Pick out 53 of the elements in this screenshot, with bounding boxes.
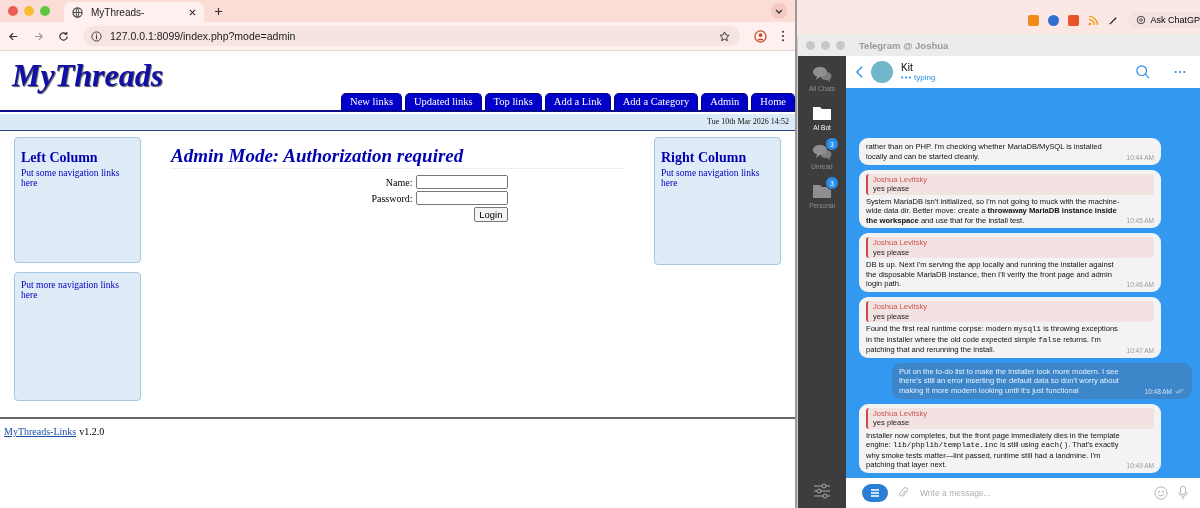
chat-name: Kit — [901, 62, 914, 73]
folder-icon — [811, 104, 833, 122]
nav-tab[interactable]: Admin — [701, 93, 749, 110]
page-heading: Admin Mode: Authorization required — [171, 145, 624, 169]
star-icon[interactable] — [719, 30, 730, 42]
column-text: Put more navigation links here — [21, 280, 120, 301]
column-text: Put some navigation links here — [661, 168, 761, 189]
search-icon[interactable] — [1136, 65, 1150, 79]
nav-tab[interactable]: Updated links — [405, 93, 482, 110]
typing-dots-icon — [901, 76, 911, 79]
column-heading: Right Column — [661, 150, 748, 166]
extension-icon[interactable] — [1048, 14, 1060, 26]
address-bar[interactable]: 127.0.0.1:8099/index.php?mode=admin — [83, 26, 740, 46]
nav-tab[interactable]: Add a Link — [544, 93, 611, 110]
settings-icon[interactable] — [812, 482, 832, 500]
avatar[interactable] — [871, 61, 893, 83]
paperclip-icon[interactable] — [898, 486, 908, 500]
back-icon[interactable] — [8, 30, 19, 42]
nav-tab[interactable]: Home — [751, 93, 795, 110]
column-heading: Left Column — [21, 150, 99, 166]
info-icon[interactable] — [91, 30, 102, 42]
field-label: Password: — [371, 192, 413, 204]
field-label: Name: — [385, 176, 413, 188]
chat-bubbles-icon — [811, 143, 833, 161]
input-field[interactable] — [415, 191, 508, 205]
site-title: MyThreads — [12, 56, 165, 95]
new-tab-icon[interactable] — [214, 7, 223, 16]
more-icon[interactable] — [1174, 70, 1186, 74]
close-icon[interactable] — [189, 8, 196, 16]
extension-icon[interactable] — [1068, 14, 1080, 26]
login-button[interactable]: Login — [474, 207, 508, 222]
forward-icon[interactable] — [33, 30, 44, 42]
browser-tab[interactable]: MyThreads- — [64, 2, 204, 22]
extension-icon[interactable] — [1028, 14, 1040, 26]
folder-icon — [811, 182, 833, 200]
input-field[interactable] — [415, 175, 508, 189]
footer-link[interactable]: MyThreads-Links — [4, 426, 77, 437]
ask-chatgpt-button[interactable]: Ask ChatGP — [1128, 12, 1200, 28]
typing-status: typing — [914, 73, 936, 82]
date-text: Tue 10th Mar 2026 14:52 — [707, 117, 789, 126]
column-text: Put some navigation links here — [21, 168, 121, 189]
version-text: v1.2.0 — [79, 426, 105, 437]
nav-tab[interactable]: New links — [341, 93, 402, 110]
menu-icon[interactable] — [862, 484, 888, 502]
window-title: Telegram @ Joshua — [859, 39, 949, 51]
reload-icon[interactable] — [58, 30, 69, 42]
globe-icon — [72, 6, 83, 18]
chevron-down-icon[interactable] — [771, 3, 787, 19]
menu-icon[interactable] — [781, 30, 785, 42]
profile-icon[interactable] — [754, 29, 767, 43]
nav-tab[interactable]: Add a Category — [613, 93, 699, 110]
nav-tab[interactable]: Top links — [484, 93, 542, 110]
chat-bubbles-icon — [811, 65, 833, 83]
